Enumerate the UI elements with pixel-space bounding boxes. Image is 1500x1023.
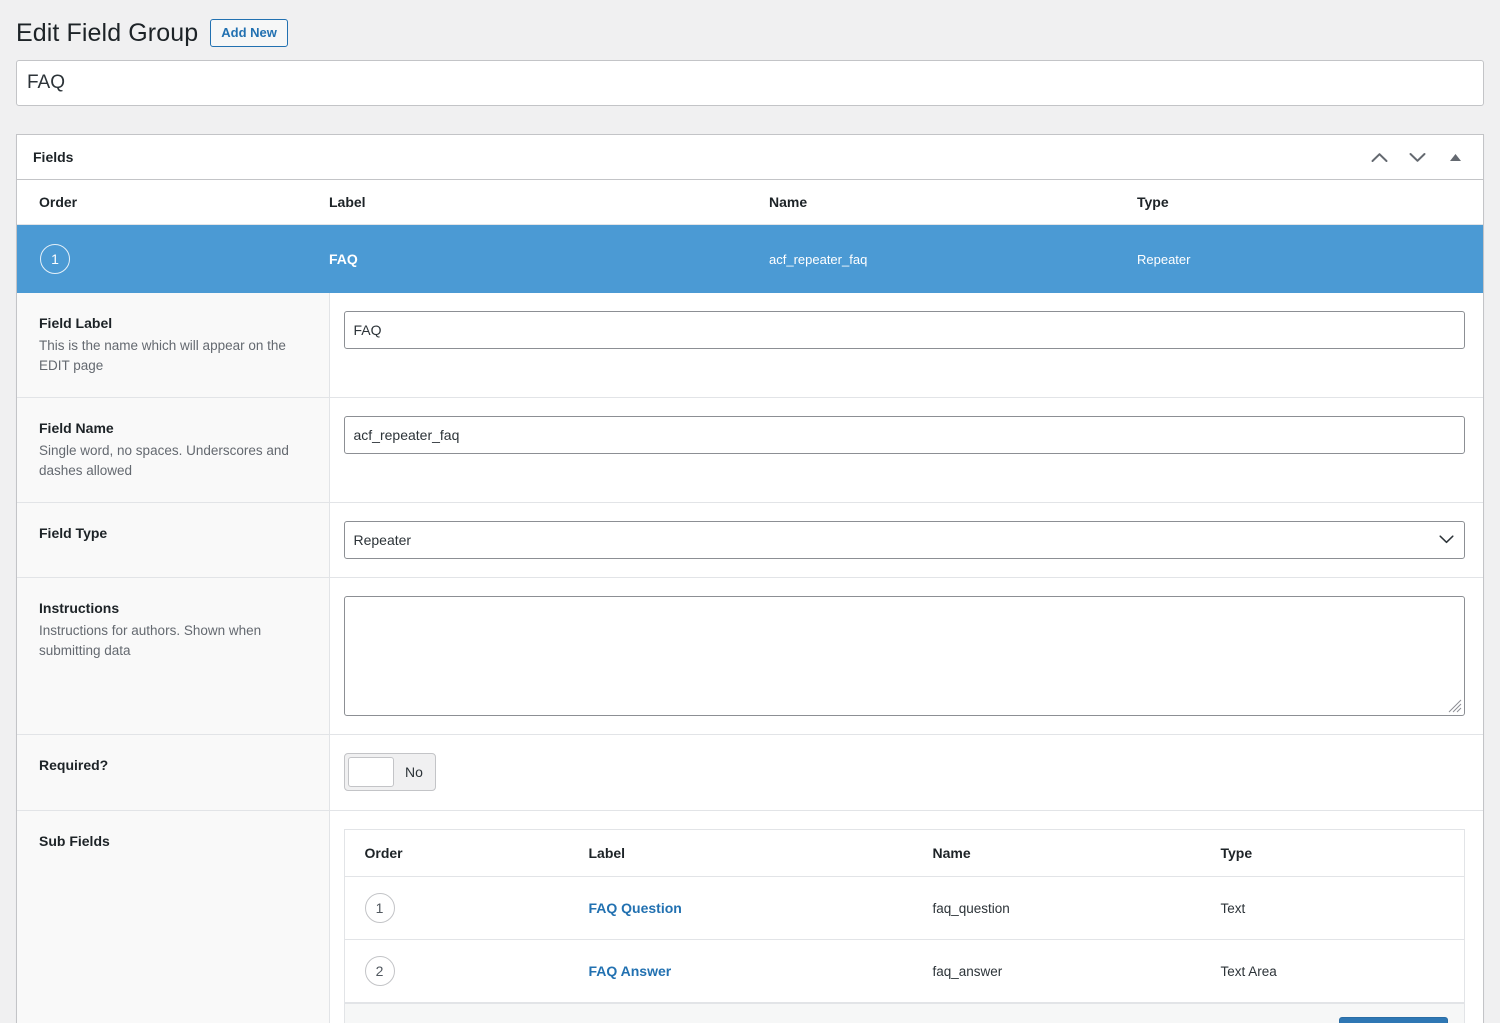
fields-table: Order Label Name Type 1 FAQ acf_repeater…	[17, 180, 1483, 293]
setting-description: This is the name which will appear on th…	[39, 338, 286, 373]
sub-field-label-cell: FAQ Answer	[588, 939, 933, 1004]
setting-row-required: Required? No	[17, 734, 1483, 811]
instructions-setting-label-cell: Instructions Instructions for authors. S…	[17, 577, 330, 735]
fields-metabox-actions	[1369, 147, 1471, 167]
sub-field-label-cell: FAQ Question	[588, 876, 933, 941]
field-label-setting-label-cell: Field Label This is the name which will …	[17, 293, 330, 398]
collapse-icon[interactable]	[1445, 147, 1465, 167]
resize-handle-icon[interactable]	[1448, 699, 1462, 713]
sub-fields-header-row: Order Label Name Type	[344, 830, 1464, 878]
sub-field-name-value: faq_answer	[932, 963, 1003, 979]
fields-table-header-row: Order Label Name Type	[17, 180, 1483, 225]
field-name-setting-field-cell	[329, 397, 1483, 503]
field-settings-table: Field Label This is the name which will …	[17, 293, 1483, 1023]
field-name-cell: acf_repeater_faq	[769, 225, 1137, 294]
field-label-cell: FAQ	[329, 225, 769, 294]
sub-field-name-cell: faq_answer	[932, 939, 1221, 1004]
page-title: Edit Field Group	[16, 19, 199, 47]
toggle-label: No	[405, 764, 423, 781]
field-label-link[interactable]: FAQ	[329, 251, 358, 267]
field-name-setting-label-cell: Field Name Single word, no spaces. Under…	[17, 397, 330, 503]
table-row[interactable]: 1 FAQ acf_repeater_faq Repeater	[17, 224, 1483, 294]
sub-field-label-link[interactable]: FAQ Answer	[589, 963, 672, 979]
acf-edit-field-group-page: Edit Field Group Add New Fields	[0, 0, 1500, 1023]
field-label-input[interactable]	[343, 311, 1465, 349]
required-toggle[interactable]: No	[343, 753, 436, 792]
sub-col-label: Label	[588, 830, 933, 878]
sub-field-label-link[interactable]: FAQ Question	[589, 900, 682, 916]
sub-col-name: Name	[932, 830, 1221, 878]
fields-col-label: Label	[329, 180, 769, 225]
required-setting-label-cell: Required?	[17, 734, 330, 811]
add-field-button[interactable]: + Add Field	[1338, 1017, 1448, 1023]
field-name-value: acf_repeater_faq	[769, 251, 868, 267]
fields-col-name: Name	[769, 180, 1137, 225]
field-type-cell: Repeater	[1137, 225, 1483, 294]
setting-label: Required?	[39, 757, 109, 774]
order-badge: 1	[364, 893, 395, 924]
sub-fields-table: Order Label Name Type 1 FAQ Question faq…	[344, 830, 1464, 1004]
setting-description: Single word, no spaces. Underscores and …	[39, 443, 289, 478]
toggle-knob	[347, 757, 394, 788]
required-setting-field-cell: No	[329, 734, 1483, 811]
move-up-icon[interactable]	[1369, 147, 1389, 167]
setting-label: Field Label	[39, 315, 113, 331]
fields-metabox: Fields Order Label Name Type 1 FAQ acf_r…	[16, 134, 1484, 1023]
field-type-setting-label-cell: Field Type	[17, 502, 330, 578]
setting-row-field-type: Field Type Repeater	[17, 502, 1483, 578]
sub-fields-setting-field-cell: Order Label Name Type 1 FAQ Question faq…	[329, 810, 1483, 1023]
order-badge: 1	[40, 244, 70, 274]
fields-col-order: Order	[17, 180, 329, 225]
field-type-select[interactable]: Repeater	[343, 521, 1465, 560]
move-down-icon[interactable]	[1407, 147, 1427, 167]
sub-field-type-value: Text Area	[1220, 963, 1277, 979]
fields-metabox-header: Fields	[17, 135, 1483, 180]
field-type-value: Repeater	[1137, 251, 1191, 267]
sub-fields-setting-label-cell: Sub Fields	[17, 810, 330, 1023]
order-badge: 2	[364, 956, 395, 987]
field-label-setting-field-cell	[329, 293, 1483, 398]
setting-label: Field Type	[39, 525, 108, 542]
setting-label: Instructions	[39, 600, 120, 617]
sub-field-type-cell: Text Area	[1220, 939, 1464, 1004]
setting-row-instructions: Instructions Instructions for authors. S…	[17, 577, 1483, 735]
setting-row-field-label: Field Label This is the name which will …	[17, 293, 1483, 398]
field-type-select-wrapper: Repeater	[343, 521, 1465, 560]
sub-field-order-cell: 2	[344, 939, 589, 1004]
page-header: Edit Field Group Add New	[0, 0, 1500, 58]
instructions-textarea[interactable]	[343, 596, 1465, 717]
sub-field-type-value: Text	[1220, 900, 1246, 916]
sub-field-name-value: faq_question	[932, 900, 1010, 916]
fields-panel-title: Fields	[33, 149, 74, 165]
fields-col-type: Type	[1137, 180, 1483, 225]
field-order-cell: 1	[17, 225, 329, 294]
sub-field-type-cell: Text	[1220, 876, 1464, 941]
add-new-button[interactable]: Add New	[210, 18, 288, 48]
table-row[interactable]: 2 FAQ Answer faq_answer Text Area	[344, 939, 1464, 1004]
field-group-title-input[interactable]	[16, 60, 1484, 106]
setting-row-sub-fields: Sub Fields Order Label Name Type 1 FAQ Q…	[17, 810, 1483, 1023]
sub-field-order-cell: 1	[344, 876, 589, 941]
setting-label: Field Name	[39, 420, 114, 437]
table-row[interactable]: 1 FAQ Question faq_question Text	[344, 876, 1464, 941]
sub-col-type: Type	[1220, 830, 1464, 878]
field-type-setting-field-cell: Repeater	[329, 502, 1483, 578]
field-group-title-wrapper	[0, 58, 1500, 106]
setting-description: Instructions for authors. Shown when sub…	[39, 623, 262, 658]
field-name-input[interactable]	[343, 416, 1465, 455]
sub-col-order: Order	[344, 830, 589, 878]
field-type-selected-value: Repeater	[353, 532, 412, 549]
setting-label: Sub Fields	[39, 833, 110, 850]
sub-field-name-cell: faq_question	[932, 876, 1221, 941]
instructions-setting-field-cell	[329, 577, 1483, 735]
sub-fields-footer: + Add Field	[344, 1003, 1464, 1023]
setting-row-field-name: Field Name Single word, no spaces. Under…	[17, 397, 1483, 503]
sub-fields-panel: Order Label Name Type 1 FAQ Question faq…	[343, 829, 1465, 1023]
